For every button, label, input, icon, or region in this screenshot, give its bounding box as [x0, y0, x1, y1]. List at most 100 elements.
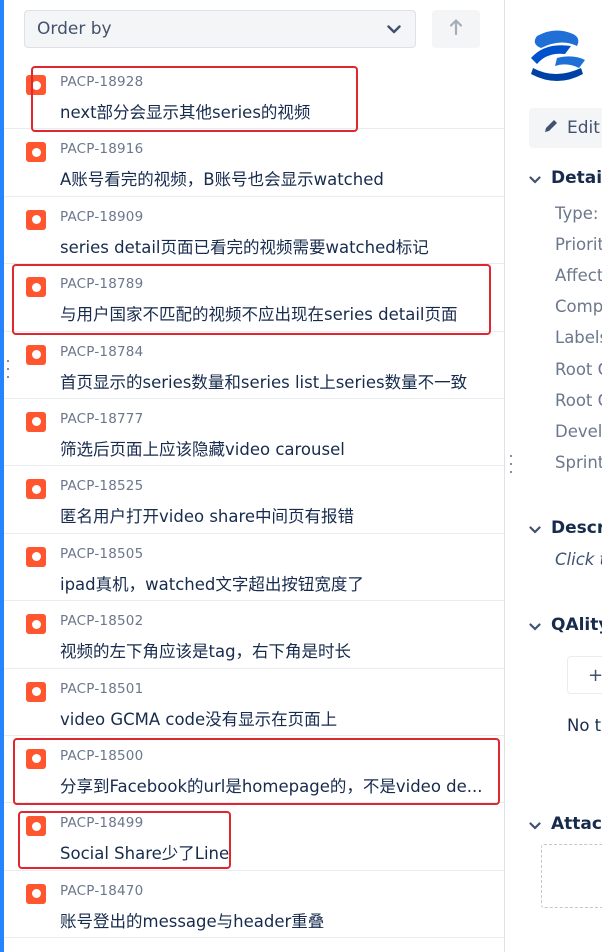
issue-row[interactable]: PACP-18505 ipad真机，watched文字超出按钮宽度了 [4, 534, 504, 602]
arrow-up-icon [449, 18, 463, 40]
pencil-icon [543, 118, 559, 138]
issue-summary: Social Share少了Line [60, 844, 230, 864]
bug-icon [26, 816, 46, 837]
issue-key[interactable]: PACP-18505 [60, 546, 143, 562]
issue-row[interactable]: PACP-18789 与用户国家不匹配的视频不应出现在series detail页… [4, 264, 504, 332]
bug-icon [26, 75, 46, 95]
attachments-title: Attachments [551, 814, 602, 834]
sort-direction-button[interactable] [432, 10, 480, 48]
attachments-section-toggle[interactable]: Attachments [529, 814, 602, 834]
issue-row[interactable]: PACP-18499 Social Share少了Line [4, 803, 504, 871]
bug-icon [26, 411, 46, 432]
field-label-root-cause-details: Root Cause Details: [555, 391, 602, 410]
bug-icon-dot [31, 417, 41, 427]
bug-icon-dot [31, 687, 41, 697]
issue-summary: 筛选后页面上应该隐藏video carousel [60, 439, 345, 459]
issue-key[interactable]: PACP-18501 [60, 681, 143, 697]
add-test-label: + [588, 664, 602, 686]
field-label-affects: Affects Version/s: [555, 266, 602, 285]
bug-icon [26, 546, 46, 567]
issue-detail-panel: Edit Details Type: Priority: Affects Ver… [505, 0, 602, 952]
issue-summary: series detail页面已看完的视频需要watched标记 [60, 237, 429, 257]
bug-icon-dot [31, 147, 41, 157]
project-logo-icon [527, 24, 589, 84]
chevron-down-icon [529, 519, 541, 538]
bug-icon-dot [31, 215, 41, 225]
issue-row[interactable]: PACP-18501 video GCMA code没有显示在页面上 [4, 669, 504, 736]
order-by-select[interactable]: Order by [24, 10, 416, 48]
details-section-toggle[interactable]: Details [529, 168, 602, 188]
issue-summary: 账号登出的message与header重叠 [60, 911, 325, 931]
qality-title: QAlity [551, 615, 602, 635]
issue-key[interactable]: PACP-18789 [60, 276, 143, 292]
description-section-toggle[interactable]: Description [529, 518, 602, 538]
issue-key[interactable]: PACP-18784 [60, 344, 143, 360]
description-placeholder[interactable]: Click to add description [555, 550, 602, 569]
bug-icon-dot [31, 484, 41, 494]
chevron-down-icon [529, 616, 541, 635]
field-label-sprints: Sprints: [555, 453, 602, 472]
field-label-development: Development: [555, 422, 602, 441]
issue-key[interactable]: PACP-18499 [60, 815, 143, 831]
no-tests-text: No tests [567, 716, 602, 735]
issue-summary: 首页显示的series数量和series list上series数量不一致 [60, 372, 468, 392]
bug-icon-dot [31, 889, 41, 899]
issue-key[interactable]: PACP-18777 [60, 411, 143, 427]
bug-icon-dot [31, 552, 41, 562]
list-toolbar: Order by [24, 10, 480, 48]
bug-icon [26, 748, 46, 769]
issue-row[interactable]: PACP-18470 账号登出的message与header重叠 [4, 871, 504, 939]
issue-summary: 视频的左下角应该是tag，右下角是时长 [60, 642, 352, 662]
bug-icon-dot [31, 350, 41, 360]
attachment-drop-zone[interactable] [541, 844, 602, 908]
field-label-component: Component/s: [555, 297, 602, 316]
issue-key[interactable]: PACP-18500 [60, 748, 143, 764]
issue-key[interactable]: PACP-18916 [60, 141, 143, 157]
issue-summary: next部分会显示其他series的视频 [60, 103, 311, 122]
issue-summary: ipad真机，watched文字超出按钮宽度了 [60, 574, 364, 594]
bug-icon-dot [31, 754, 41, 764]
details-title: Details [551, 168, 602, 188]
edit-label: Edit [567, 118, 600, 138]
chevron-down-icon [385, 20, 403, 38]
issue-row[interactable]: PACP-18784 首页显示的series数量和series list上seri… [4, 332, 504, 399]
issue-key[interactable]: PACP-18470 [60, 883, 143, 899]
issue-row[interactable]: PACP-18500 分享到Facebook的url是homepage的，不是vi… [4, 736, 504, 804]
bug-icon-dot [31, 282, 41, 292]
issue-key[interactable]: PACP-18928 [60, 74, 143, 90]
issue-summary: A账号看完的视频，B账号也会显示watched [60, 170, 384, 190]
field-label-priority: Priority: [555, 235, 602, 254]
bug-icon [26, 344, 46, 365]
chevron-down-icon [529, 815, 541, 834]
bug-icon [26, 614, 46, 635]
field-label-root-cause: Root Cause: [555, 360, 602, 379]
issue-row[interactable]: PACP-18502 视频的左下角应该是tag，右下角是时长 [4, 601, 504, 669]
field-label-labels: Labels: [555, 328, 602, 347]
issue-key[interactable]: PACP-18525 [60, 478, 143, 494]
issue-row[interactable]: PACP-18916 A账号看完的视频，B账号也会显示watched [4, 129, 504, 197]
issue-row[interactable]: PACP-18909 series detail页面已看完的视频需要watched… [4, 197, 504, 265]
bug-icon [26, 479, 46, 500]
bug-icon [26, 883, 46, 904]
issue-row[interactable]: PACP-18777 筛选后页面上应该隐藏video carousel [4, 399, 504, 467]
issue-key[interactable]: PACP-18502 [60, 613, 143, 629]
bug-icon [26, 277, 46, 298]
field-label-type: Type: [555, 204, 599, 223]
bug-icon [26, 209, 46, 230]
issue-row[interactable]: PACP-18525 匿名用户打开video share中间页有报错 [4, 466, 504, 534]
issue-row[interactable]: PACP-18928 next部分会显示其他series的视频 [4, 62, 504, 130]
order-by-label: Order by [37, 19, 112, 39]
bug-icon [26, 681, 46, 702]
issue-list: PACP-18928 next部分会显示其他series的视频 PACP-18916… [4, 62, 504, 939]
issue-summary: 匿名用户打开video share中间页有报错 [60, 507, 355, 527]
add-test-button[interactable]: + [567, 656, 602, 694]
bug-icon-dot [31, 821, 41, 831]
chevron-down-icon [529, 169, 541, 188]
bug-icon [26, 142, 46, 163]
qality-section-toggle[interactable]: QAlity [529, 615, 602, 635]
bug-icon-dot [31, 80, 41, 90]
bug-icon-dot [31, 619, 41, 629]
issue-key[interactable]: PACP-18909 [60, 209, 143, 225]
edit-button[interactable]: Edit [529, 108, 602, 148]
description-title: Description [551, 518, 602, 538]
